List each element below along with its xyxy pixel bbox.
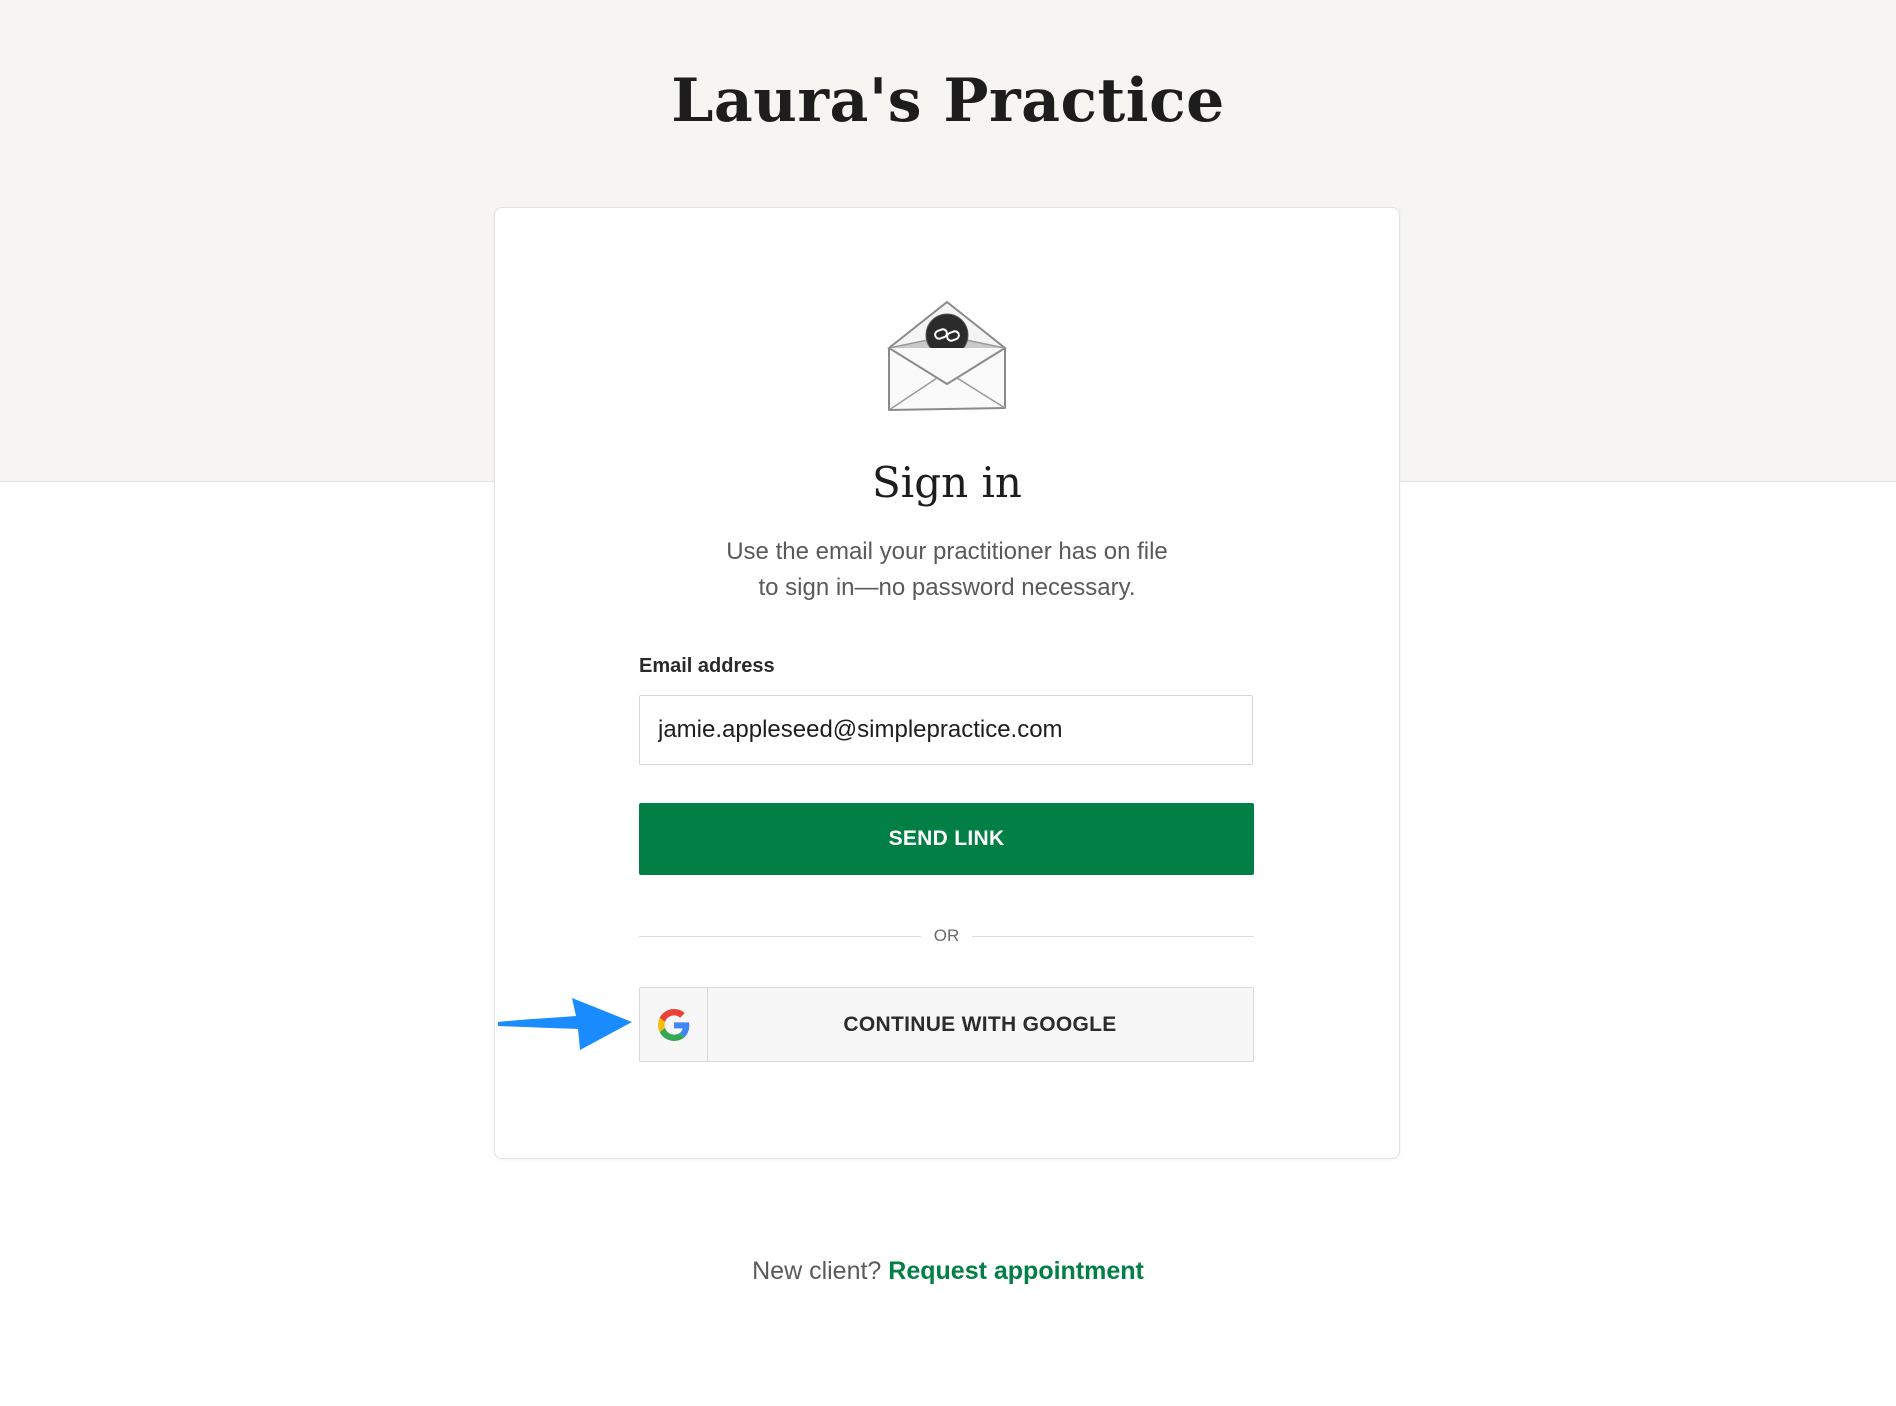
sign-in-description: Use the email your practitioner has on f… [645, 534, 1249, 606]
email-label: Email address [639, 655, 775, 677]
sign-in-heading: Sign in [872, 458, 1022, 507]
divider-line-right [972, 936, 1254, 937]
continue-with-google-label: CONTINUE WITH GOOGLE [843, 1013, 1117, 1036]
footer: New client? Request appointment [0, 1257, 1896, 1286]
google-g-icon [657, 1008, 689, 1041]
sign-in-description-line-2: to sign in—no password necessary. [758, 574, 1136, 601]
envelope-link-icon [886, 301, 1008, 411]
new-client-prompt: New client? [752, 1257, 882, 1285]
request-appointment-link[interactable]: Request appointment [888, 1257, 1144, 1285]
sign-in-description-line-1: Use the email your practitioner has on f… [726, 538, 1168, 565]
or-divider: OR [639, 926, 1254, 946]
send-link-button[interactable]: SEND LINK [639, 803, 1254, 875]
practice-title: Laura's Practice [671, 66, 1225, 136]
email-field[interactable] [639, 695, 1253, 765]
continue-with-google-button[interactable]: CONTINUE WITH GOOGLE [639, 987, 1254, 1062]
google-icon-container [640, 988, 708, 1061]
pointer-arrow-icon [498, 998, 632, 1050]
